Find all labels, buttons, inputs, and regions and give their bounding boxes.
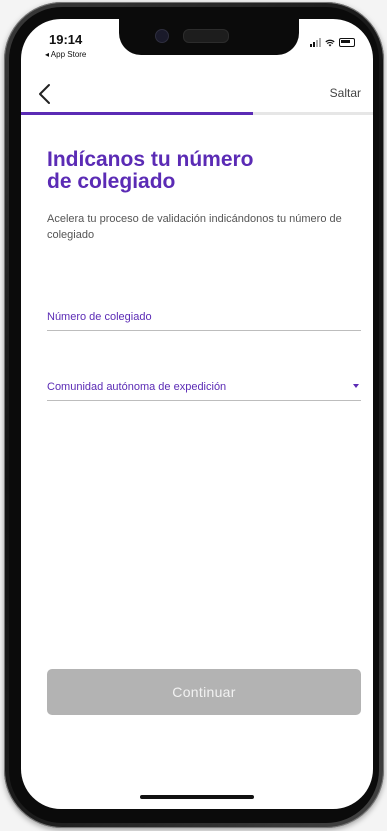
device-notch bbox=[119, 19, 299, 55]
progress-bar-fill bbox=[21, 112, 254, 115]
page-title: Indícanos tu número de colegiado bbox=[47, 148, 254, 193]
registration-number-label: Número de colegiado bbox=[47, 311, 152, 323]
back-chevron-icon[interactable] bbox=[35, 81, 57, 107]
app-screen: 19:14 ◂ App Store Saltar Indícanos tu nú… bbox=[21, 19, 373, 809]
region-select[interactable]: Comunidad autónoma de expedición bbox=[47, 381, 361, 401]
status-icons bbox=[310, 38, 355, 47]
battery-icon bbox=[339, 38, 355, 47]
signal-icon bbox=[310, 38, 321, 47]
back-to-app-store-link[interactable]: ◂ App Store bbox=[45, 50, 86, 59]
progress-bar bbox=[21, 112, 373, 115]
region-select-label: Comunidad autónoma de expedición bbox=[47, 381, 227, 393]
dropdown-arrow-icon bbox=[353, 384, 359, 388]
status-time: 19:14 bbox=[49, 32, 83, 47]
earpiece-speaker bbox=[183, 29, 229, 43]
home-indicator[interactable] bbox=[140, 795, 254, 799]
wifi-icon bbox=[325, 39, 335, 47]
skip-link[interactable]: Saltar bbox=[330, 86, 361, 100]
page-subtitle: Acelera tu proceso de validación indicán… bbox=[47, 213, 342, 241]
front-camera bbox=[155, 29, 169, 43]
registration-number-field[interactable]: Número de colegiado bbox=[47, 311, 361, 331]
continue-button[interactable]: Continuar bbox=[47, 669, 361, 715]
